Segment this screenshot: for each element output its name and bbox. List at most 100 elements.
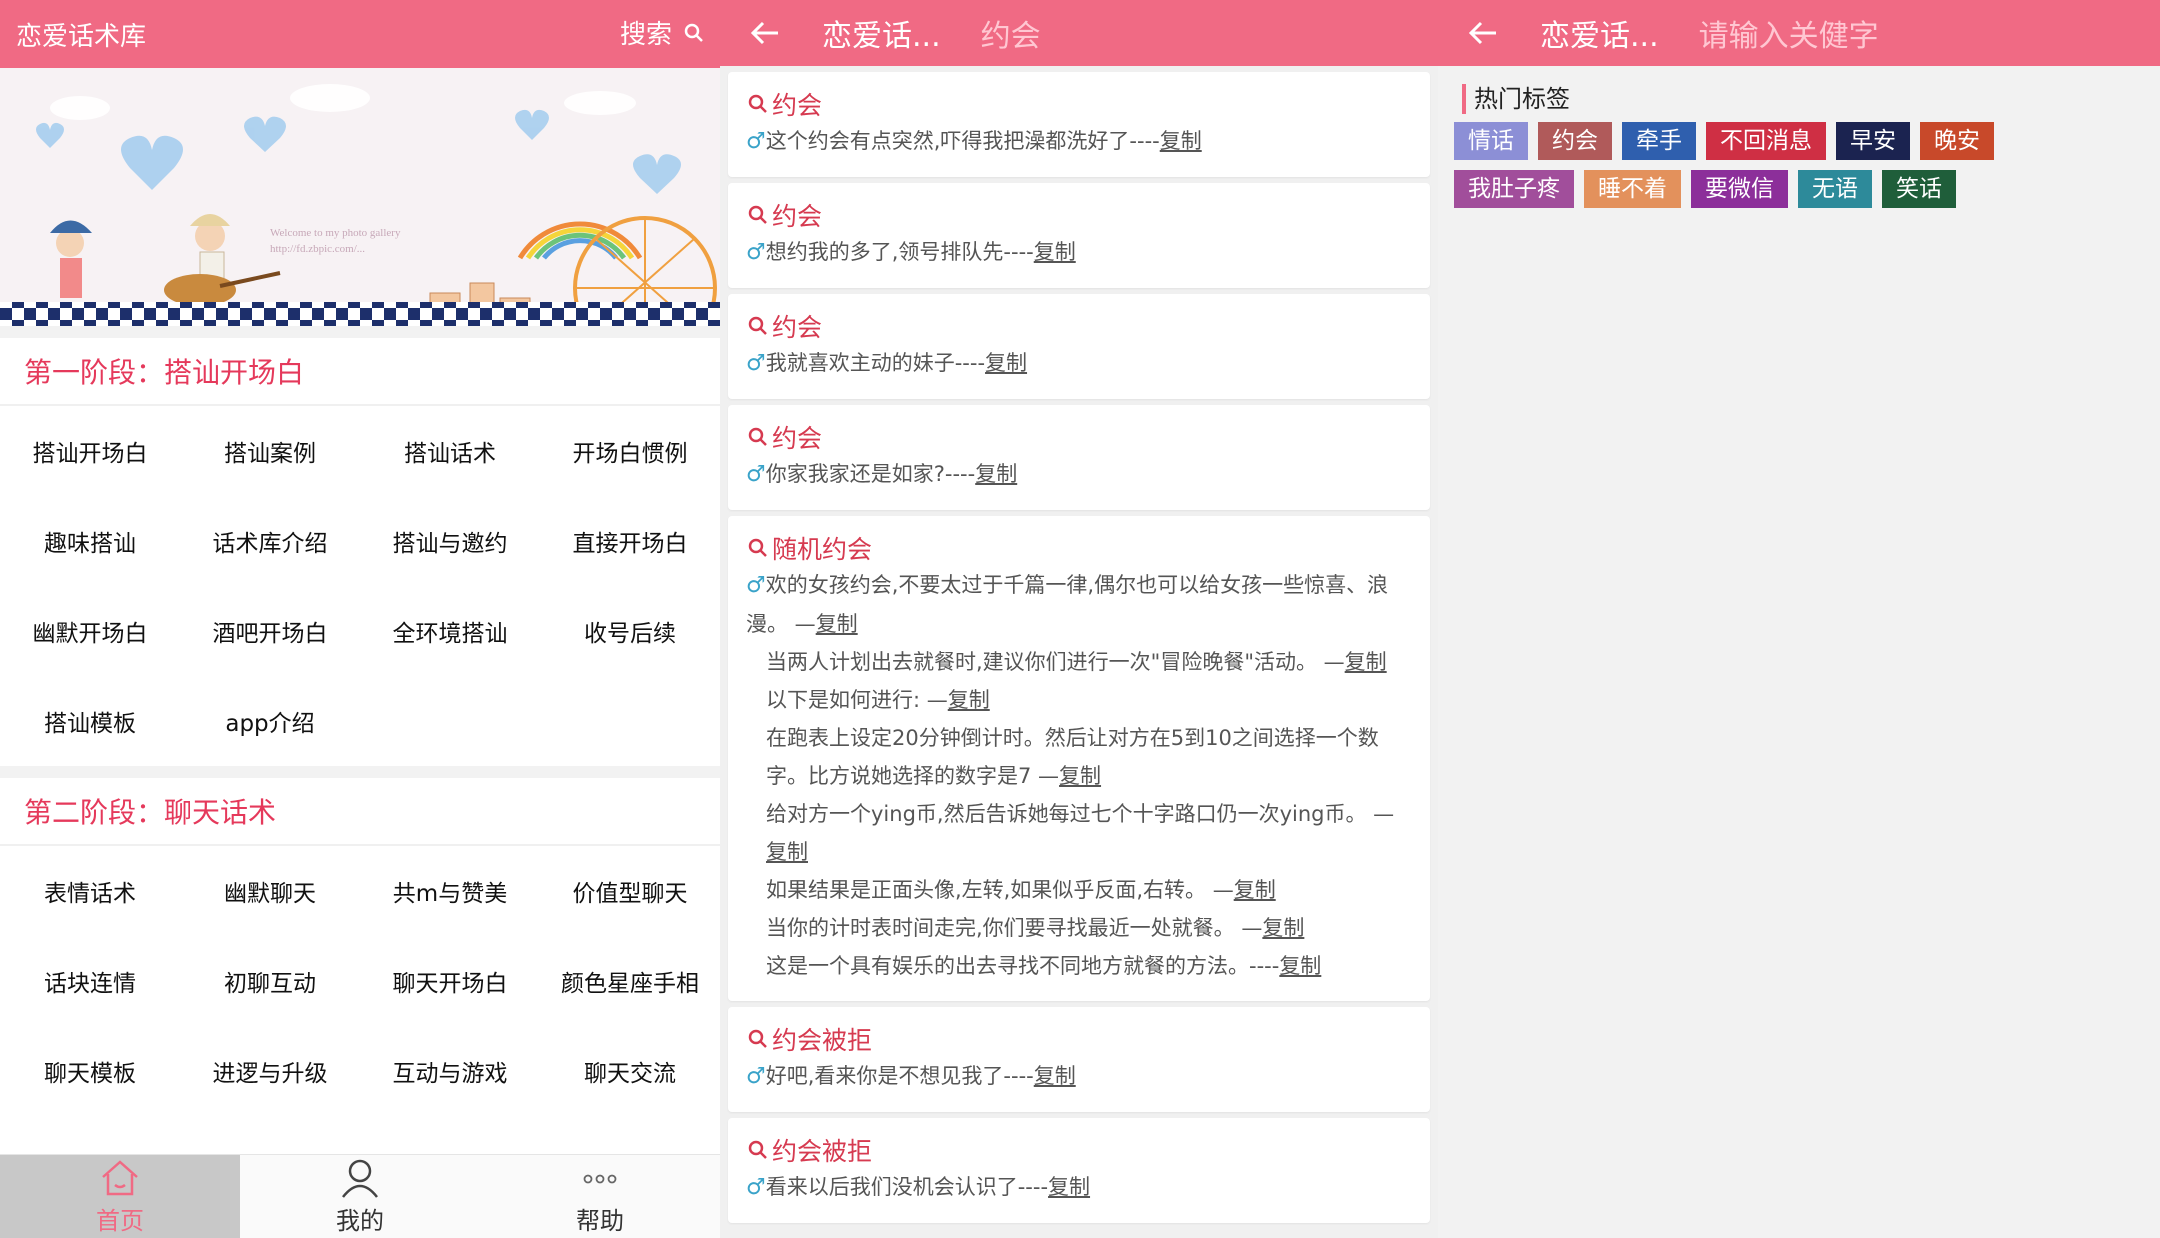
phrase-text: 看来以后我们没机会认识了---- xyxy=(765,1175,1049,1199)
phrase-text: 好吧,看来你是不想见我了---- xyxy=(765,1064,1034,1088)
menu-item[interactable]: 聊天模板 xyxy=(0,1026,180,1116)
phrase-card: 约会 ♂想约我的多了,领号排队先----复制 xyxy=(728,183,1430,288)
copy-link[interactable]: 复制 xyxy=(1059,764,1101,788)
card-title-text: 随机约会 xyxy=(772,535,873,564)
copy-link[interactable]: 复制 xyxy=(1048,1175,1090,1199)
copy-link[interactable]: 复制 xyxy=(816,612,858,636)
phrase-text: 这个约会有点突然,吓得我把澡都洗好了---- xyxy=(765,129,1160,153)
menu-item[interactable]: 表情话术 xyxy=(0,846,180,936)
section-title-stage2: 第二阶段：聊天话术 xyxy=(0,766,720,846)
male-icon: ♂ xyxy=(746,129,766,154)
nav-home[interactable]: 首页 xyxy=(0,1155,240,1238)
male-icon: ♂ xyxy=(746,240,766,265)
search-icon xyxy=(748,1140,767,1159)
hot-tag[interactable]: 睡不着 xyxy=(1584,170,1681,208)
copy-link[interactable]: 复制 xyxy=(948,688,990,712)
menu-item[interactable]: 聊天开场白 xyxy=(360,936,540,1026)
phrase-line: ♂想约我的多了,领号排队先----复制 xyxy=(746,233,1412,272)
menu-item[interactable]: 搭讪模板 xyxy=(0,676,180,766)
search-input[interactable]: 请输入关健字 xyxy=(1699,11,1879,55)
menu-item[interactable]: 初聊互动 xyxy=(180,936,360,1026)
menu-item[interactable]: 酒吧开场白 xyxy=(180,586,360,676)
menu-item[interactable]: 搭讪案例 xyxy=(180,406,360,496)
menu-item[interactable]: 互动与游戏 xyxy=(360,1026,540,1116)
male-icon: ♂ xyxy=(746,462,766,487)
back-button[interactable] xyxy=(1466,16,1500,50)
phrase-line: 当你的计时表时间走完,你们要寻找最近一处就餐。 —复制 xyxy=(746,909,1412,947)
phrase-card: 约会 ♂你家我家还是如家?----复制 xyxy=(728,405,1430,510)
hot-tag[interactable]: 早安 xyxy=(1836,122,1910,160)
card-title-text: 约会被拒 xyxy=(772,1137,873,1166)
hot-tag[interactable]: 情话 xyxy=(1454,122,1528,160)
menu-item[interactable]: 全环境搭讪 xyxy=(360,586,540,676)
menu-item[interactable]: 进逻与升级 xyxy=(180,1026,360,1116)
home-icon xyxy=(102,1160,138,1196)
phrase-card: 约会被拒 ♂看来以后我们没机会认识了----复制 xyxy=(728,1118,1430,1223)
phrase-text: 如果结果是正面头像,左转,如果似乎反面,右转。 — xyxy=(766,878,1234,902)
hot-tag[interactable]: 要微信 xyxy=(1691,170,1788,208)
copy-link[interactable]: 复制 xyxy=(975,462,1017,486)
menu-item[interactable]: 收号后续 xyxy=(540,586,720,676)
copy-link[interactable]: 复制 xyxy=(1234,878,1276,902)
hot-tag[interactable]: 不回消息 xyxy=(1706,122,1826,160)
hot-tags-list: 情话 约会 牵手 不回消息 早安 晚安我肚子疼 睡不着 要微信 无语 笑话 xyxy=(1454,122,2074,218)
copy-link[interactable]: 复制 xyxy=(1279,954,1321,978)
card-title-text: 约会 xyxy=(772,202,823,231)
copy-link[interactable]: 复制 xyxy=(766,840,808,864)
back-arrow-icon xyxy=(1468,21,1496,45)
menu-item[interactable]: 聊天交流 xyxy=(540,1026,720,1116)
card-title: 约会被拒 xyxy=(746,1021,1412,1057)
phrase-line: ♂好吧,看来你是不想见我了----复制 xyxy=(746,1057,1412,1096)
phrase-card: 约会 ♂这个约会有点突然,吓得我把澡都洗好了----复制 xyxy=(728,72,1430,177)
menu-item[interactable]: 话术库介绍 xyxy=(180,496,360,586)
menu-item[interactable]: app介绍 xyxy=(180,676,360,766)
menu-item[interactable]: 搭讪话术 xyxy=(360,406,540,496)
card-title: 约会 xyxy=(746,308,1412,344)
nav-help[interactable]: 帮助 xyxy=(480,1155,720,1238)
banner-image[interactable]: Welcome to my photo gallery http://fd.zb… xyxy=(0,68,720,326)
menu-item[interactable]: 直接开场白 xyxy=(540,496,720,586)
menu-item[interactable]: 颜色星座手相 xyxy=(540,936,720,1026)
menu-item[interactable]: 趣味搭讪 xyxy=(0,496,180,586)
copy-link[interactable]: 复制 xyxy=(1034,240,1076,264)
stage2-menu-grid: 表情话术 幽默聊天 共m与赞美 价值型聊天话块连情 初聊互动 聊天开场白 颜色星座手相聊天模… xyxy=(0,846,720,1116)
menu-item[interactable]: 搭讪开场白 xyxy=(0,406,180,496)
back-button[interactable] xyxy=(748,16,782,50)
copy-link[interactable]: 复制 xyxy=(1160,129,1202,153)
menu-item[interactable]: 价值型聊天 xyxy=(540,846,720,936)
menu-item[interactable]: 共m与赞美 xyxy=(360,846,540,936)
hot-tag[interactable]: 约会 xyxy=(1538,122,1612,160)
search-screen: 恋爱话... 请输入关健字 热门标签 情话 约会 牵手 不回消息 早安 晚安 我肚子疼 睡不着… xyxy=(1438,0,2160,1238)
card-title: 约会 xyxy=(746,86,1412,122)
menu-item[interactable]: 幽默聊天 xyxy=(180,846,360,936)
home-screen: 恋爱话术库 搜索 Welcome to my photo gallery htt… xyxy=(0,0,720,1238)
copy-link[interactable]: 复制 xyxy=(1262,916,1304,940)
copy-link[interactable]: 复制 xyxy=(1034,1064,1076,1088)
menu-item[interactable]: 幽默开场白 xyxy=(0,586,180,676)
phrase-text: 想约我的多了,领号排队先---- xyxy=(765,240,1034,264)
search-icon xyxy=(748,538,767,557)
nav-mine[interactable]: 我的 xyxy=(240,1155,480,1238)
app-bar: 恋爱话... 约会 xyxy=(720,0,1438,66)
male-icon: ♂ xyxy=(746,351,766,376)
male-icon: ♂ xyxy=(746,1175,766,1200)
menu-item[interactable]: 搭讪与邀约 xyxy=(360,496,540,586)
menu-item[interactable]: 话块连情 xyxy=(0,936,180,1026)
nav-home-label: 首页 xyxy=(96,1207,144,1235)
more-icon xyxy=(583,1174,617,1184)
copy-link[interactable]: 复制 xyxy=(985,351,1027,375)
search-button[interactable]: 搜索 xyxy=(620,14,706,51)
hot-tag[interactable]: 无语 xyxy=(1798,170,1872,208)
phrase-line: ♂看来以后我们没机会认识了----复制 xyxy=(746,1168,1412,1207)
phrase-line: ♂欢的女孩约会,不要太过于千篇一律,偶尔也可以给女孩一些惊喜、浪漫。 —复制 xyxy=(746,566,1412,643)
hot-tag[interactable]: 牵手 xyxy=(1622,122,1696,160)
card-title-text: 约会 xyxy=(772,313,823,342)
hot-tag[interactable]: 笑话 xyxy=(1882,170,1956,208)
phrase-line: 这是一个具有娱乐的出去寻找不同地方就餐的方法。----复制 xyxy=(746,947,1412,985)
phrase-line: 当两人计划出去就餐时,建议你们进行一次"冒险晚餐"活动。 —复制 xyxy=(746,643,1412,681)
hot-tag[interactable]: 晚安 xyxy=(1920,122,1994,160)
hot-tag[interactable]: 我肚子疼 xyxy=(1454,170,1574,208)
menu-item[interactable]: 开场白惯例 xyxy=(540,406,720,496)
copy-link[interactable]: 复制 xyxy=(1345,650,1387,674)
list-screen: 恋爱话... 约会 约会 ♂这个约会有点突然,吓得我把澡都洗好了----复制 约会 ♂… xyxy=(720,0,1438,1238)
